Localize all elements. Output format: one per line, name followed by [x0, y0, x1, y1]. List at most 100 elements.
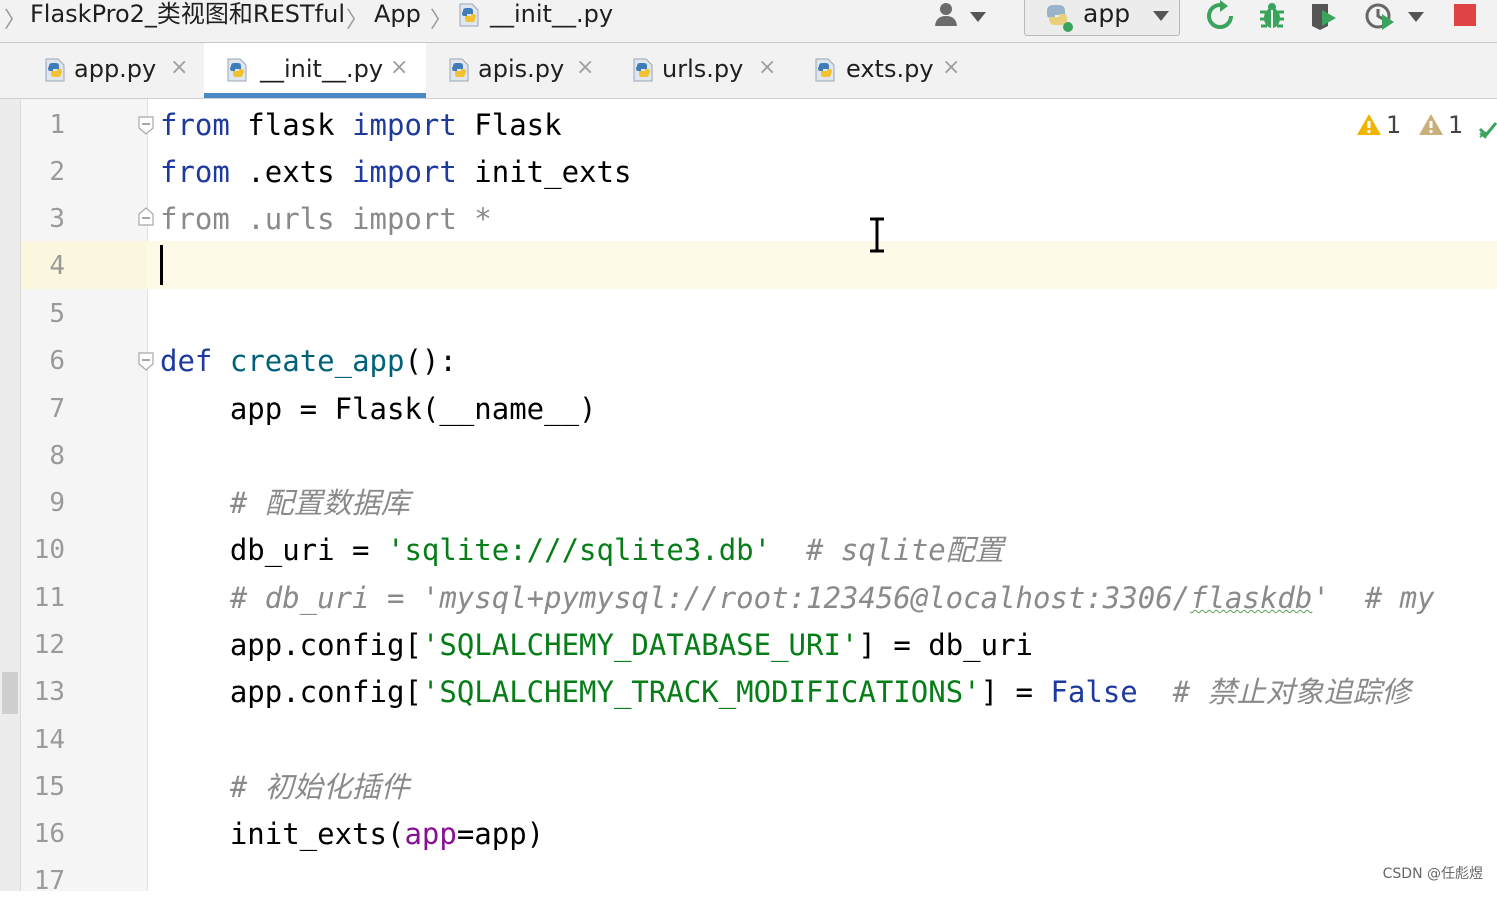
code-line-2: from .exts import init_exts [160, 148, 631, 196]
code-line-6: def create_app(): [160, 337, 457, 385]
code-text: flask [229, 108, 353, 142]
current-line-highlight [21, 241, 1497, 289]
line-number: 9 [49, 488, 65, 518]
strip-handle[interactable] [2, 672, 18, 714]
breadcrumb-project[interactable]: FlaskPro2_类视图和RESTful [30, 0, 345, 30]
line-number: 15 [33, 772, 65, 802]
run-with-coverage-icon[interactable] [1308, 0, 1340, 32]
keyword: from [160, 155, 230, 189]
line-number: 12 [33, 630, 65, 660]
line-number: 14 [33, 725, 65, 755]
line-number: 13 [33, 677, 65, 707]
code-text: ] = db_uri [858, 628, 1034, 662]
comment: # sqlite配置 [771, 533, 1004, 567]
weak-warning-icon [1419, 114, 1443, 135]
close-icon[interactable]: × [390, 55, 408, 80]
named-argument: app [404, 817, 457, 851]
line-number: 5 [49, 299, 65, 329]
code-line-7: app = Flask(__name__) [160, 392, 597, 426]
tab-label: __init__.py [260, 55, 384, 83]
stop-icon[interactable] [1450, 0, 1482, 32]
chevron-down-icon[interactable] [970, 12, 986, 22]
profile-icon[interactable] [1364, 0, 1396, 32]
python-file-icon [630, 57, 656, 83]
python-file-icon [812, 57, 838, 83]
line-number: 17 [33, 866, 65, 896]
tab-app-py[interactable]: app.py × [36, 43, 204, 98]
text-caret [160, 245, 163, 285]
tab-apis-py[interactable]: apis.py × [440, 43, 610, 98]
comment: ' # my [1312, 581, 1435, 615]
tab-init-py[interactable]: __init__.py × [204, 43, 426, 98]
run-configuration-label: app [1083, 0, 1131, 28]
code-text: app.config[ [160, 628, 422, 662]
code-text: .exts [229, 155, 353, 189]
string-literal: 'sqlite:///sqlite3.db' [386, 533, 772, 567]
line-number: 16 [33, 819, 65, 849]
code-line-10: db_uri = 'sqlite:///sqlite3.db' # sqlite… [160, 526, 1004, 574]
debug-icon[interactable] [1256, 0, 1288, 32]
close-icon[interactable]: × [576, 55, 594, 80]
line-number: 4 [49, 251, 65, 281]
python-file-icon [224, 57, 250, 83]
code-line-13: app.config['SQLALCHEMY_TRACK_MODIFICATIO… [160, 668, 1411, 716]
close-icon[interactable]: × [170, 55, 188, 80]
tab-exts-py[interactable]: exts.py × [806, 43, 976, 98]
keyword: import [352, 108, 457, 142]
chevron-down-icon[interactable] [1153, 11, 1169, 21]
fold-marker-icon[interactable] [137, 115, 155, 135]
line-number: 11 [33, 583, 65, 613]
breadcrumb-separator: 〉 [4, 8, 27, 33]
function-name: create_app [229, 344, 405, 378]
tool-window-strip [0, 99, 21, 891]
close-icon[interactable]: × [758, 55, 776, 80]
constant: False [1050, 675, 1138, 709]
close-icon[interactable]: × [942, 55, 960, 80]
code-text: init_exts [456, 155, 632, 189]
code-text: (): [404, 344, 457, 378]
code-text: Flask [456, 108, 562, 142]
fold-marker-icon[interactable] [137, 351, 155, 371]
code-text: init_exts( [160, 817, 405, 851]
comment: # 禁止对象追踪修 [1137, 675, 1411, 709]
user-icon[interactable] [932, 0, 964, 32]
tab-label: apis.py [478, 55, 565, 83]
tab-urls-py[interactable]: urls.py × [624, 43, 794, 98]
code-text: ] = [980, 675, 1051, 709]
check-icon[interactable] [1478, 119, 1497, 141]
code-text: db_uri = [160, 533, 387, 567]
chevron-down-icon[interactable] [1408, 12, 1424, 22]
code-line-15: # 初始化插件 [160, 770, 410, 804]
code-line-12: app.config['SQLALCHEMY_DATABASE_URI'] = … [160, 621, 1033, 669]
string-literal: 'SQLALCHEMY_TRACK_MODIFICATIONS' [421, 675, 981, 709]
code-editor[interactable]: 1 2 3 4 5 6 7 8 9 10 11 12 13 14 15 16 1… [0, 99, 1497, 896]
fold-end-marker-icon[interactable] [137, 207, 155, 227]
rerun-icon[interactable] [1204, 0, 1236, 32]
breadcrumb-separator: 〉 [346, 8, 369, 33]
breadcrumb-file[interactable]: __init__.py [490, 0, 613, 30]
code-text: app.config[ [160, 675, 422, 709]
keyword: def [160, 344, 213, 378]
tab-label: urls.py [662, 55, 744, 83]
code-line-9: # 配置数据库 [160, 486, 410, 520]
warning-count: 1 [1386, 111, 1402, 139]
tab-label: exts.py [846, 55, 934, 83]
breadcrumb-separator: 〉 [430, 8, 453, 33]
line-number: 3 [49, 204, 65, 234]
breadcrumb-package[interactable]: App [374, 0, 421, 30]
text-cursor-icon [870, 217, 884, 253]
line-number: 7 [49, 394, 65, 424]
string-literal: 'SQLALCHEMY_DATABASE_URI' [421, 628, 859, 662]
line-number: 10 [33, 535, 65, 565]
code-text: =app) [456, 817, 545, 851]
run-configuration-selector[interactable]: app [1024, 0, 1180, 36]
code-line-16: init_exts(app=app) [160, 810, 544, 858]
python-file-icon [456, 2, 482, 28]
python-file-icon [42, 57, 68, 83]
tab-label: app.py [74, 55, 157, 83]
comment: # db_uri = 'mysql+pymysql://root:123456@… [160, 581, 1191, 615]
watermark: CSDN @任彪煜 [1382, 866, 1483, 882]
python-run-config-icon [1047, 5, 1073, 32]
code-line-3: from .urls import * [160, 202, 492, 236]
